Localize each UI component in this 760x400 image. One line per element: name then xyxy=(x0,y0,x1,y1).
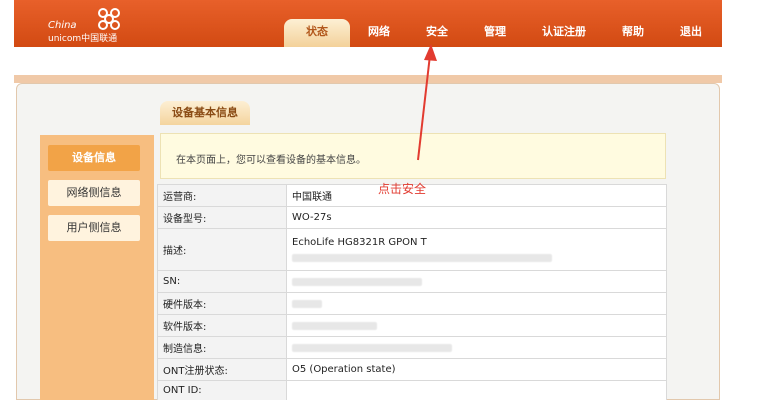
nav-tab-security[interactable]: 安全 xyxy=(408,19,466,47)
row-value-redacted xyxy=(287,315,666,336)
nav-tab-status[interactable]: 状态 xyxy=(284,19,350,47)
redacted-text xyxy=(292,277,422,286)
table-row: 描述: EchoLife HG8321R GPON T xyxy=(157,228,667,270)
nav-tab-management[interactable]: 管理 xyxy=(466,19,524,47)
row-value: WO-27s xyxy=(287,207,666,228)
nav-tab-network[interactable]: 网络 xyxy=(350,19,408,47)
row-label: 制造信息: xyxy=(158,337,286,358)
nav-tab-registration[interactable]: 认证注册 xyxy=(524,19,604,47)
logo-text-unicom: unicom中国联通 xyxy=(48,34,118,44)
row-value: 中国联通 xyxy=(287,185,666,206)
device-info-table: 运营商: 中国联通 设备型号: WO-27s 描述: EchoLife HG83… xyxy=(157,184,667,400)
row-value-redacted xyxy=(287,337,666,358)
redacted-text xyxy=(292,321,377,330)
row-label: 描述: xyxy=(158,229,286,270)
router-admin-page: China unicom中国联通 状态 网络 安全 管理 认证注册 帮助 退出 … xyxy=(0,0,760,400)
row-label: 硬件版本: xyxy=(158,293,286,314)
table-row: ONT注册状态: O5 (Operation state) xyxy=(157,358,667,380)
page-description: 在本页面上，您可以查看设备的基本信息。 xyxy=(176,155,366,166)
row-label: SN: xyxy=(158,271,286,292)
description-text: EchoLife HG8321R GPON T xyxy=(292,237,427,248)
row-label: 软件版本: xyxy=(158,315,286,336)
redacted-text xyxy=(292,299,322,308)
row-value-description: EchoLife HG8321R GPON T xyxy=(287,229,666,270)
row-label: 设备型号: xyxy=(158,207,286,228)
table-row: ONT ID: xyxy=(157,380,667,400)
redacted-text xyxy=(292,343,452,352)
redacted-text xyxy=(292,254,552,262)
row-value-redacted xyxy=(287,293,666,314)
section-tab-device-basic-info[interactable]: 设备基本信息 xyxy=(160,101,250,125)
table-row: 制造信息: xyxy=(157,336,667,358)
logo-text-china: China xyxy=(48,20,77,31)
header-band xyxy=(14,75,722,83)
sidebar: 设备信息 网络侧信息 用户侧信息 xyxy=(40,135,154,400)
row-label: 运营商: xyxy=(158,185,286,206)
main-nav: 状态 网络 安全 管理 认证注册 帮助 退出 xyxy=(284,19,720,47)
row-label: ONT注册状态: xyxy=(158,359,286,380)
table-row: 硬件版本: xyxy=(157,292,667,314)
unicom-knot-icon xyxy=(98,8,120,30)
china-unicom-logo: China unicom中国联通 xyxy=(48,4,138,44)
sidebar-item-device-info[interactable]: 设备信息 xyxy=(48,145,140,171)
sidebar-item-user-side-info[interactable]: 用户侧信息 xyxy=(48,215,140,241)
row-value: O5 (Operation state) xyxy=(287,359,666,380)
annotation-click-security: 点击安全 xyxy=(378,182,427,196)
sidebar-item-network-side-info[interactable]: 网络侧信息 xyxy=(48,180,140,206)
row-value-redacted xyxy=(287,271,666,292)
table-row: 软件版本: xyxy=(157,314,667,336)
row-value xyxy=(287,381,666,400)
header-spacer xyxy=(14,47,722,75)
nav-tab-logout[interactable]: 退出 xyxy=(662,19,720,47)
row-label: ONT ID: xyxy=(158,381,286,400)
table-row: 设备型号: WO-27s xyxy=(157,206,667,228)
page-description-box: 在本页面上，您可以查看设备的基本信息。 xyxy=(160,133,666,179)
top-header: China unicom中国联通 状态 网络 安全 管理 认证注册 帮助 退出 xyxy=(14,0,722,47)
nav-tab-help[interactable]: 帮助 xyxy=(604,19,662,47)
table-row: SN: xyxy=(157,270,667,292)
